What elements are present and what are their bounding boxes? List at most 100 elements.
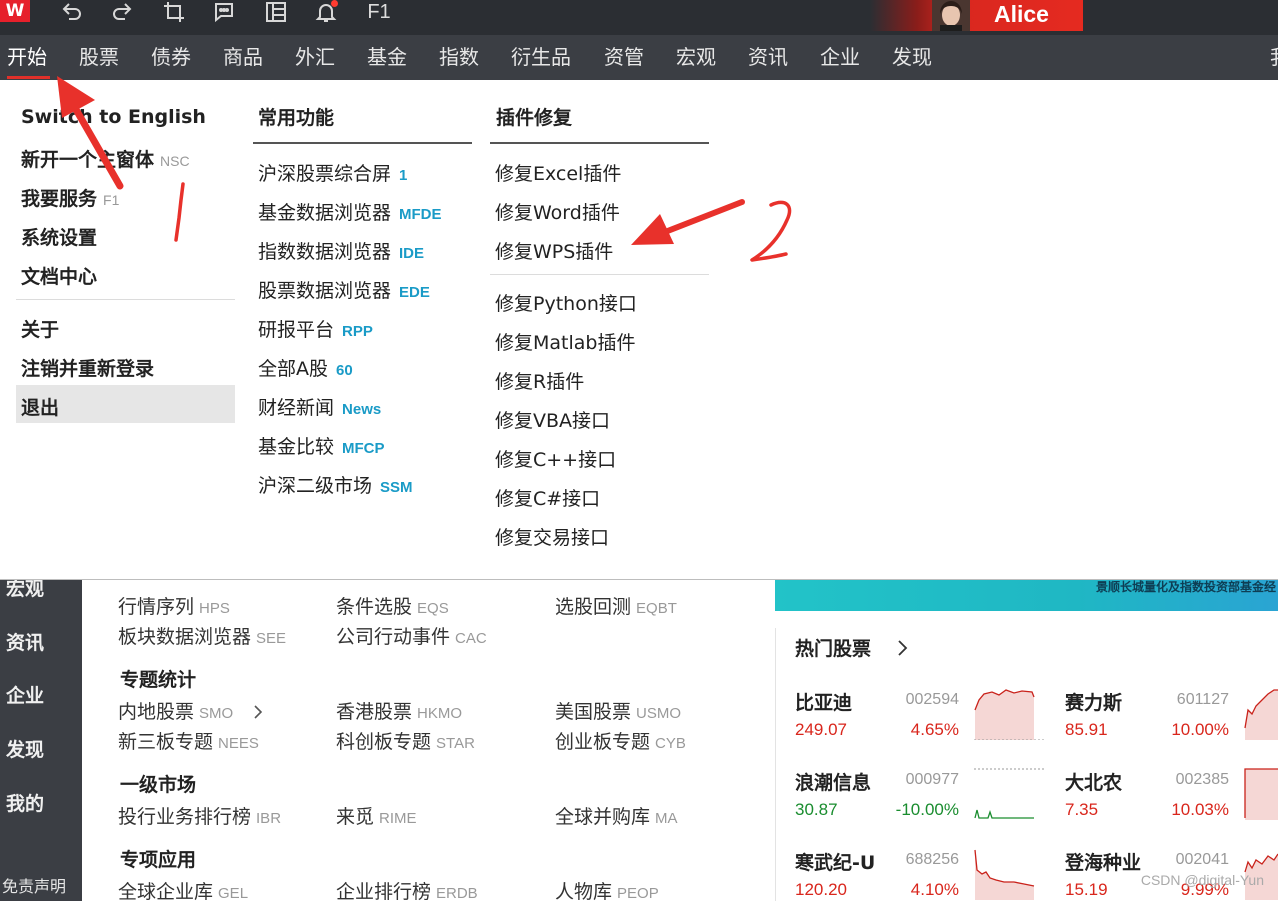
sidebar-item-companies[interactable]: 企业 — [6, 681, 44, 708]
func-ibr[interactable]: 投行业务排行榜 IBR — [118, 802, 281, 829]
stock-change-pct: 4.65% — [910, 720, 959, 739]
menu-shsz-screen[interactable]: 沪深股票综合屏 1 — [258, 159, 407, 186]
tab-commodities[interactable]: 商品 — [223, 35, 263, 80]
func-usmo[interactable]: 美国股票 USMO — [555, 697, 681, 724]
menu-repair-csharp[interactable]: 修复C#接口 — [495, 484, 600, 511]
tab-discover[interactable]: 发现 — [892, 35, 932, 80]
section-special-apps: 专项应用 — [120, 849, 197, 871]
menu-finance-news[interactable]: 财经新闻 News — [258, 393, 381, 420]
tab-companies[interactable]: 企业 — [820, 35, 860, 80]
stock-code: 000977 — [905, 771, 959, 788]
heading-underline — [253, 142, 472, 144]
menu-switch-english[interactable]: Switch to English — [21, 106, 206, 128]
menu-repair-wps[interactable]: 修复WPS插件 — [495, 237, 613, 264]
promo-banner[interactable]: 景顺长城量化及指数投资部基金经 — [775, 580, 1278, 611]
func-cac[interactable]: 公司行动事件 CAC — [336, 622, 487, 649]
menu-exit[interactable]: 退出 — [21, 393, 59, 420]
menu-stock-browser[interactable]: 股票数据浏览器 EDE — [258, 276, 430, 303]
tab-overflow[interactable]: 我 — [1270, 35, 1278, 80]
help-f1-button[interactable]: F1 — [364, 0, 394, 24]
func-cyb[interactable]: 创业板专题 CYB — [555, 727, 686, 754]
func-hkmo[interactable]: 香港股票 HKMO — [336, 697, 462, 724]
stock-price: 85.91 — [1065, 720, 1108, 739]
user-profile[interactable]: Alice — [870, 0, 1083, 31]
menu-service[interactable]: 我要服务 F1 — [21, 184, 119, 211]
tab-asset-mgmt[interactable]: 资管 — [604, 35, 644, 80]
stock-name[interactable]: 赛力斯 — [1065, 688, 1122, 715]
stock-name[interactable]: 大北农 — [1065, 768, 1122, 795]
section-primary-market: 一级市场 — [120, 774, 197, 796]
func-hps[interactable]: 行情序列 HPS — [118, 592, 230, 619]
func-gel[interactable]: 全球企业库 GEL — [118, 877, 248, 901]
stock-sparkline — [974, 768, 1044, 819]
hot-stocks-title[interactable]: 热门股票 — [795, 634, 871, 661]
stock-code: 601127 — [1176, 691, 1229, 708]
tab-start[interactable]: 开始 — [7, 35, 47, 80]
panel-icon[interactable] — [262, 0, 290, 24]
stock-change-pct: 10.00% — [1171, 720, 1229, 739]
func-eqs[interactable]: 条件选股 EQS — [336, 592, 449, 619]
tab-bonds[interactable]: 债券 — [151, 35, 191, 80]
undo-icon[interactable] — [58, 0, 86, 24]
heading-underline — [490, 142, 709, 144]
menu-fund-compare[interactable]: 基金比较 MFCP — [258, 432, 385, 459]
stock-price: 30.87 — [795, 800, 838, 819]
stock-change-pct: -10.00% — [895, 800, 959, 819]
menu-research-platform[interactable]: 研报平台 RPP — [258, 315, 373, 342]
menu-about[interactable]: 关于 — [21, 315, 59, 342]
menu-repair-python[interactable]: 修复Python接口 — [495, 289, 637, 316]
app-logo[interactable]: W — [0, 0, 30, 22]
tab-stocks[interactable]: 股票 — [79, 35, 119, 80]
stock-change-pct: 10.03% — [1171, 800, 1229, 819]
func-star[interactable]: 科创板专题 STAR — [336, 727, 475, 754]
func-smo[interactable]: 内地股票 SMO — [118, 697, 263, 724]
menu-repair-matlab[interactable]: 修复Matlab插件 — [495, 328, 635, 355]
stock-change-pct: 4.10% — [910, 880, 959, 899]
stock-name[interactable]: 登海种业 — [1065, 848, 1141, 875]
func-eqbt[interactable]: 选股回测 EQBT — [555, 592, 677, 619]
stock-name[interactable]: 浪潮信息 — [795, 768, 871, 795]
tab-derivatives[interactable]: 衍生品 — [511, 35, 571, 80]
menu-repair-trading[interactable]: 修复交易接口 — [495, 523, 609, 550]
bell-icon[interactable] — [312, 0, 340, 24]
tab-macro[interactable]: 宏观 — [676, 35, 716, 80]
menu-divider — [16, 299, 235, 300]
func-erdb[interactable]: 企业排行榜 ERDB — [336, 877, 478, 901]
crop-icon[interactable] — [160, 0, 188, 24]
menu-repair-excel[interactable]: 修复Excel插件 — [495, 159, 621, 186]
tab-indices[interactable]: 指数 — [439, 35, 479, 80]
disclaimer-link[interactable]: 免责声明 — [2, 873, 66, 897]
chat-icon[interactable] — [210, 0, 238, 24]
menu-fund-browser[interactable]: 基金数据浏览器 MFDE — [258, 198, 442, 225]
chevron-right-icon[interactable] — [896, 638, 910, 658]
start-menu-dropdown: Switch to English 新开一个主窗体 NSC 我要服务 F1 系统设置… — [0, 80, 1278, 580]
menu-all-a-shares[interactable]: 全部A股 60 — [258, 354, 353, 381]
menu-docs[interactable]: 文档中心 — [21, 262, 97, 289]
menu-new-window[interactable]: 新开一个主窗体 NSC — [21, 145, 190, 172]
menu-logout[interactable]: 注销并重新登录 — [21, 354, 154, 381]
left-sidebar: 宏观 资讯 企业 发现 我的 免责声明 — [0, 578, 82, 901]
stock-name[interactable]: 寒武纪-U — [795, 848, 875, 875]
tab-funds[interactable]: 基金 — [367, 35, 407, 80]
tab-news[interactable]: 资讯 — [748, 35, 788, 80]
redo-icon[interactable] — [108, 0, 136, 24]
stock-sparkline — [974, 689, 1044, 740]
func-ma[interactable]: 全球并购库 MA — [555, 802, 678, 829]
sidebar-item-mine[interactable]: 我的 — [6, 789, 44, 816]
menu-settings[interactable]: 系统设置 — [21, 223, 97, 250]
tab-forex[interactable]: 外汇 — [295, 35, 335, 80]
menu-repair-r[interactable]: 修复R插件 — [495, 367, 584, 394]
func-rime[interactable]: 来觅 RIME — [336, 802, 417, 829]
section-topic-stats: 专题统计 — [120, 669, 197, 691]
func-peop[interactable]: 人物库 PEOP — [555, 877, 659, 901]
stock-name[interactable]: 比亚迪 — [795, 688, 852, 715]
sidebar-item-discover[interactable]: 发现 — [6, 735, 44, 762]
func-see[interactable]: 板块数据浏览器 SEE — [118, 622, 286, 649]
func-nees[interactable]: 新三板专题 NEES — [118, 727, 259, 754]
menu-repair-word[interactable]: 修复Word插件 — [495, 198, 620, 225]
menu-repair-cpp[interactable]: 修复C++接口 — [495, 445, 616, 472]
menu-repair-vba[interactable]: 修复VBA接口 — [495, 406, 610, 433]
menu-secondary-market[interactable]: 沪深二级市场 SSM — [258, 471, 413, 498]
menu-index-browser[interactable]: 指数数据浏览器 IDE — [258, 237, 424, 264]
sidebar-item-news[interactable]: 资讯 — [6, 628, 44, 655]
